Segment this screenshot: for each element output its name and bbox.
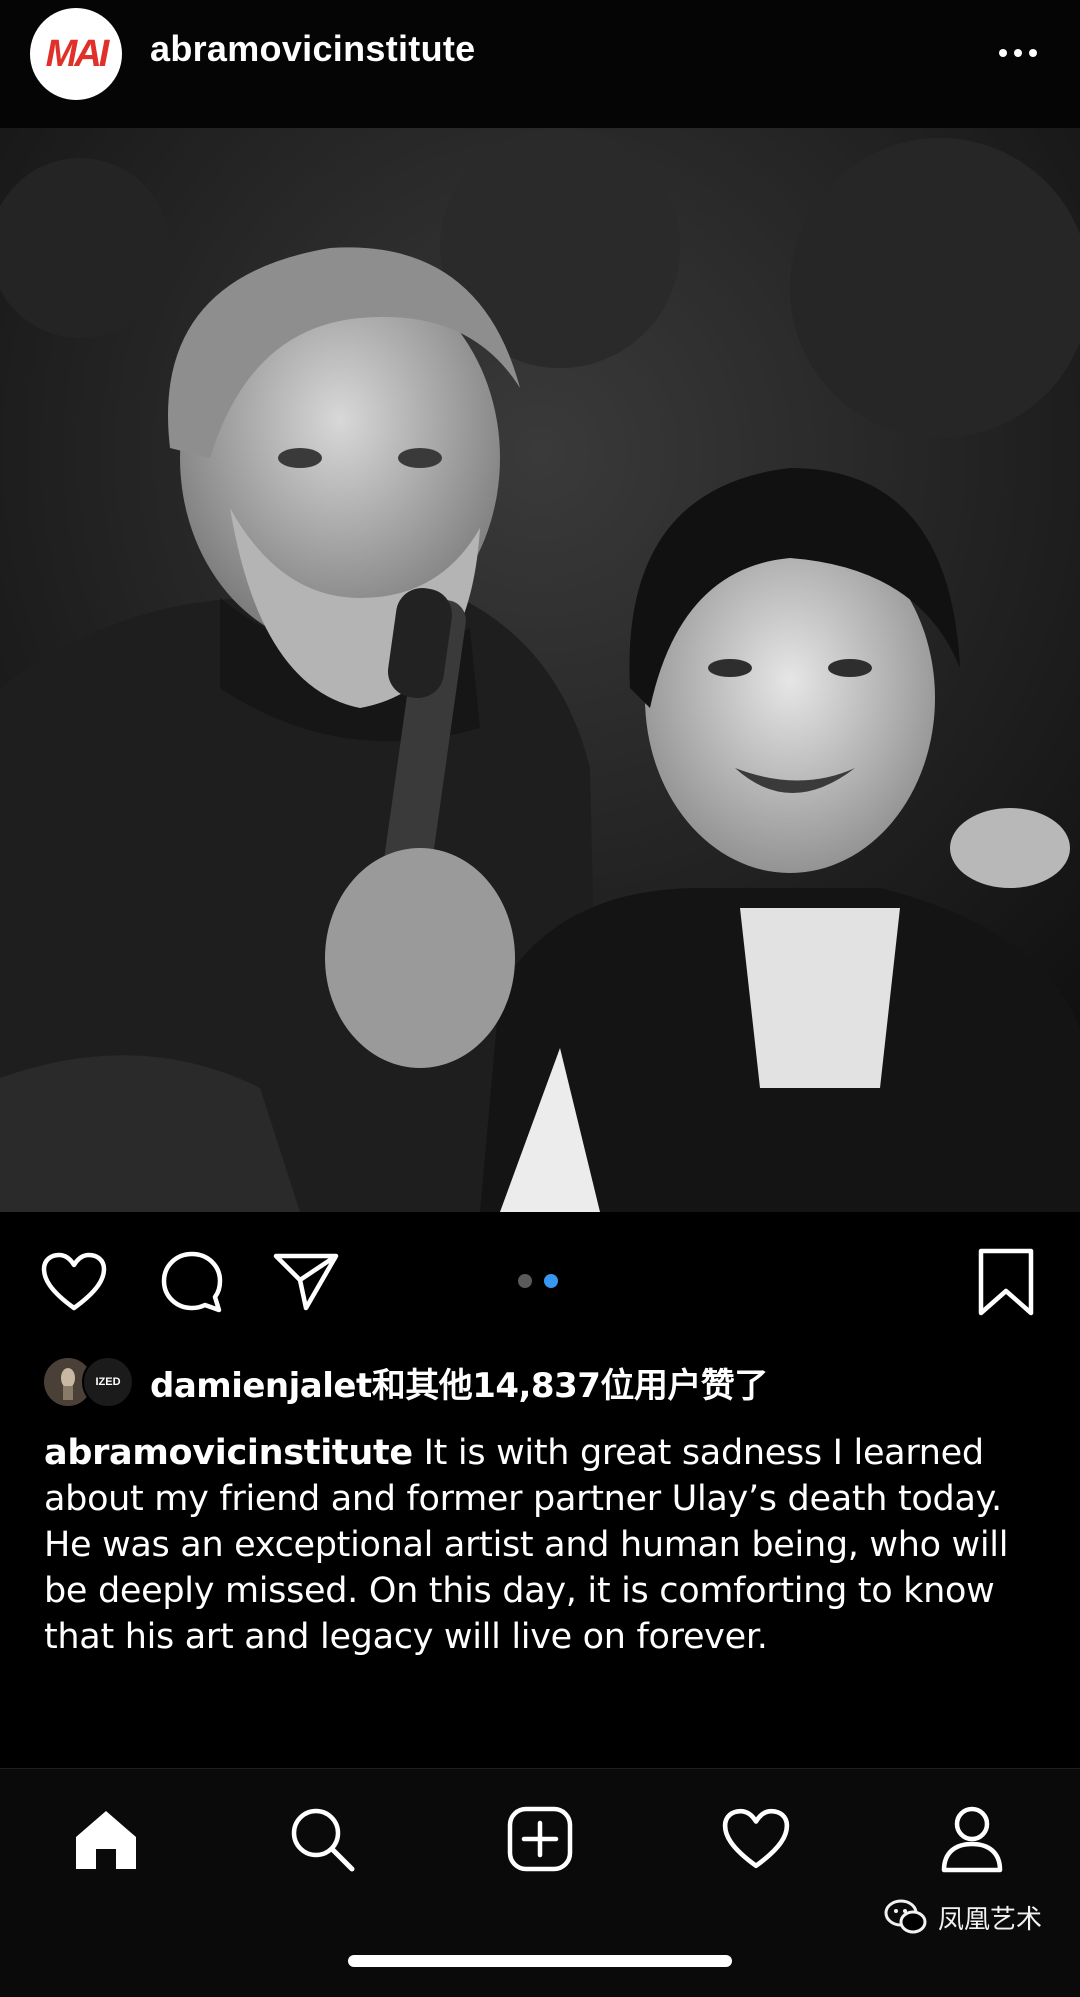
share-button[interactable] (268, 1246, 344, 1318)
home-icon (76, 1811, 136, 1869)
nav-home[interactable] (66, 1799, 146, 1879)
post-photo[interactable] (0, 128, 1080, 1212)
account-username[interactable]: abramovicinstitute (150, 28, 475, 70)
watermark-text: 凤凰艺术 (938, 1904, 1043, 1935)
nav-activity[interactable] (716, 1799, 796, 1879)
home-indicator[interactable] (348, 1955, 732, 1967)
source-watermark: 凤凰艺术 (884, 1898, 1042, 1936)
heart-outline-icon (722, 1808, 790, 1869)
comment-button[interactable] (154, 1246, 230, 1318)
liker-badge-text: IZED (95, 1376, 121, 1388)
account-avatar[interactable]: MAI (30, 8, 122, 100)
person-icon (941, 1806, 1003, 1873)
carousel-dot-active (544, 1274, 558, 1288)
search-icon (291, 1808, 355, 1872)
liker-avatar: IZED (82, 1356, 134, 1408)
avatar-logo-text: MAI (45, 32, 110, 75)
wechat-icon (884, 1899, 927, 1934)
more-options-icon[interactable] (990, 38, 1046, 68)
caption-username[interactable]: abramovicinstitute (44, 1433, 413, 1473)
bookmark-outline-icon (978, 1248, 1034, 1316)
likes-count[interactable]: damienjalet和其他14,837位用户赞了 (150, 1358, 768, 1407)
save-button[interactable] (970, 1244, 1042, 1320)
liker-avatars[interactable]: IZED (42, 1352, 134, 1408)
comment-bubble-icon (161, 1251, 223, 1313)
nav-search[interactable] (282, 1799, 362, 1879)
carousel-indicator (518, 1274, 558, 1288)
plus-square-icon (507, 1806, 573, 1872)
post-photo-illustration (0, 128, 1080, 1212)
post-caption: abramovicinstitute It is with great sadn… (44, 1430, 1044, 1660)
nav-create[interactable] (500, 1799, 580, 1879)
carousel-dot (518, 1274, 532, 1288)
nav-profile[interactable] (932, 1799, 1012, 1879)
heart-outline-icon (41, 1252, 107, 1311)
like-button[interactable] (36, 1246, 112, 1318)
post-header: MAI abramovicinstitute (0, 0, 1080, 128)
paper-plane-icon (273, 1253, 339, 1311)
